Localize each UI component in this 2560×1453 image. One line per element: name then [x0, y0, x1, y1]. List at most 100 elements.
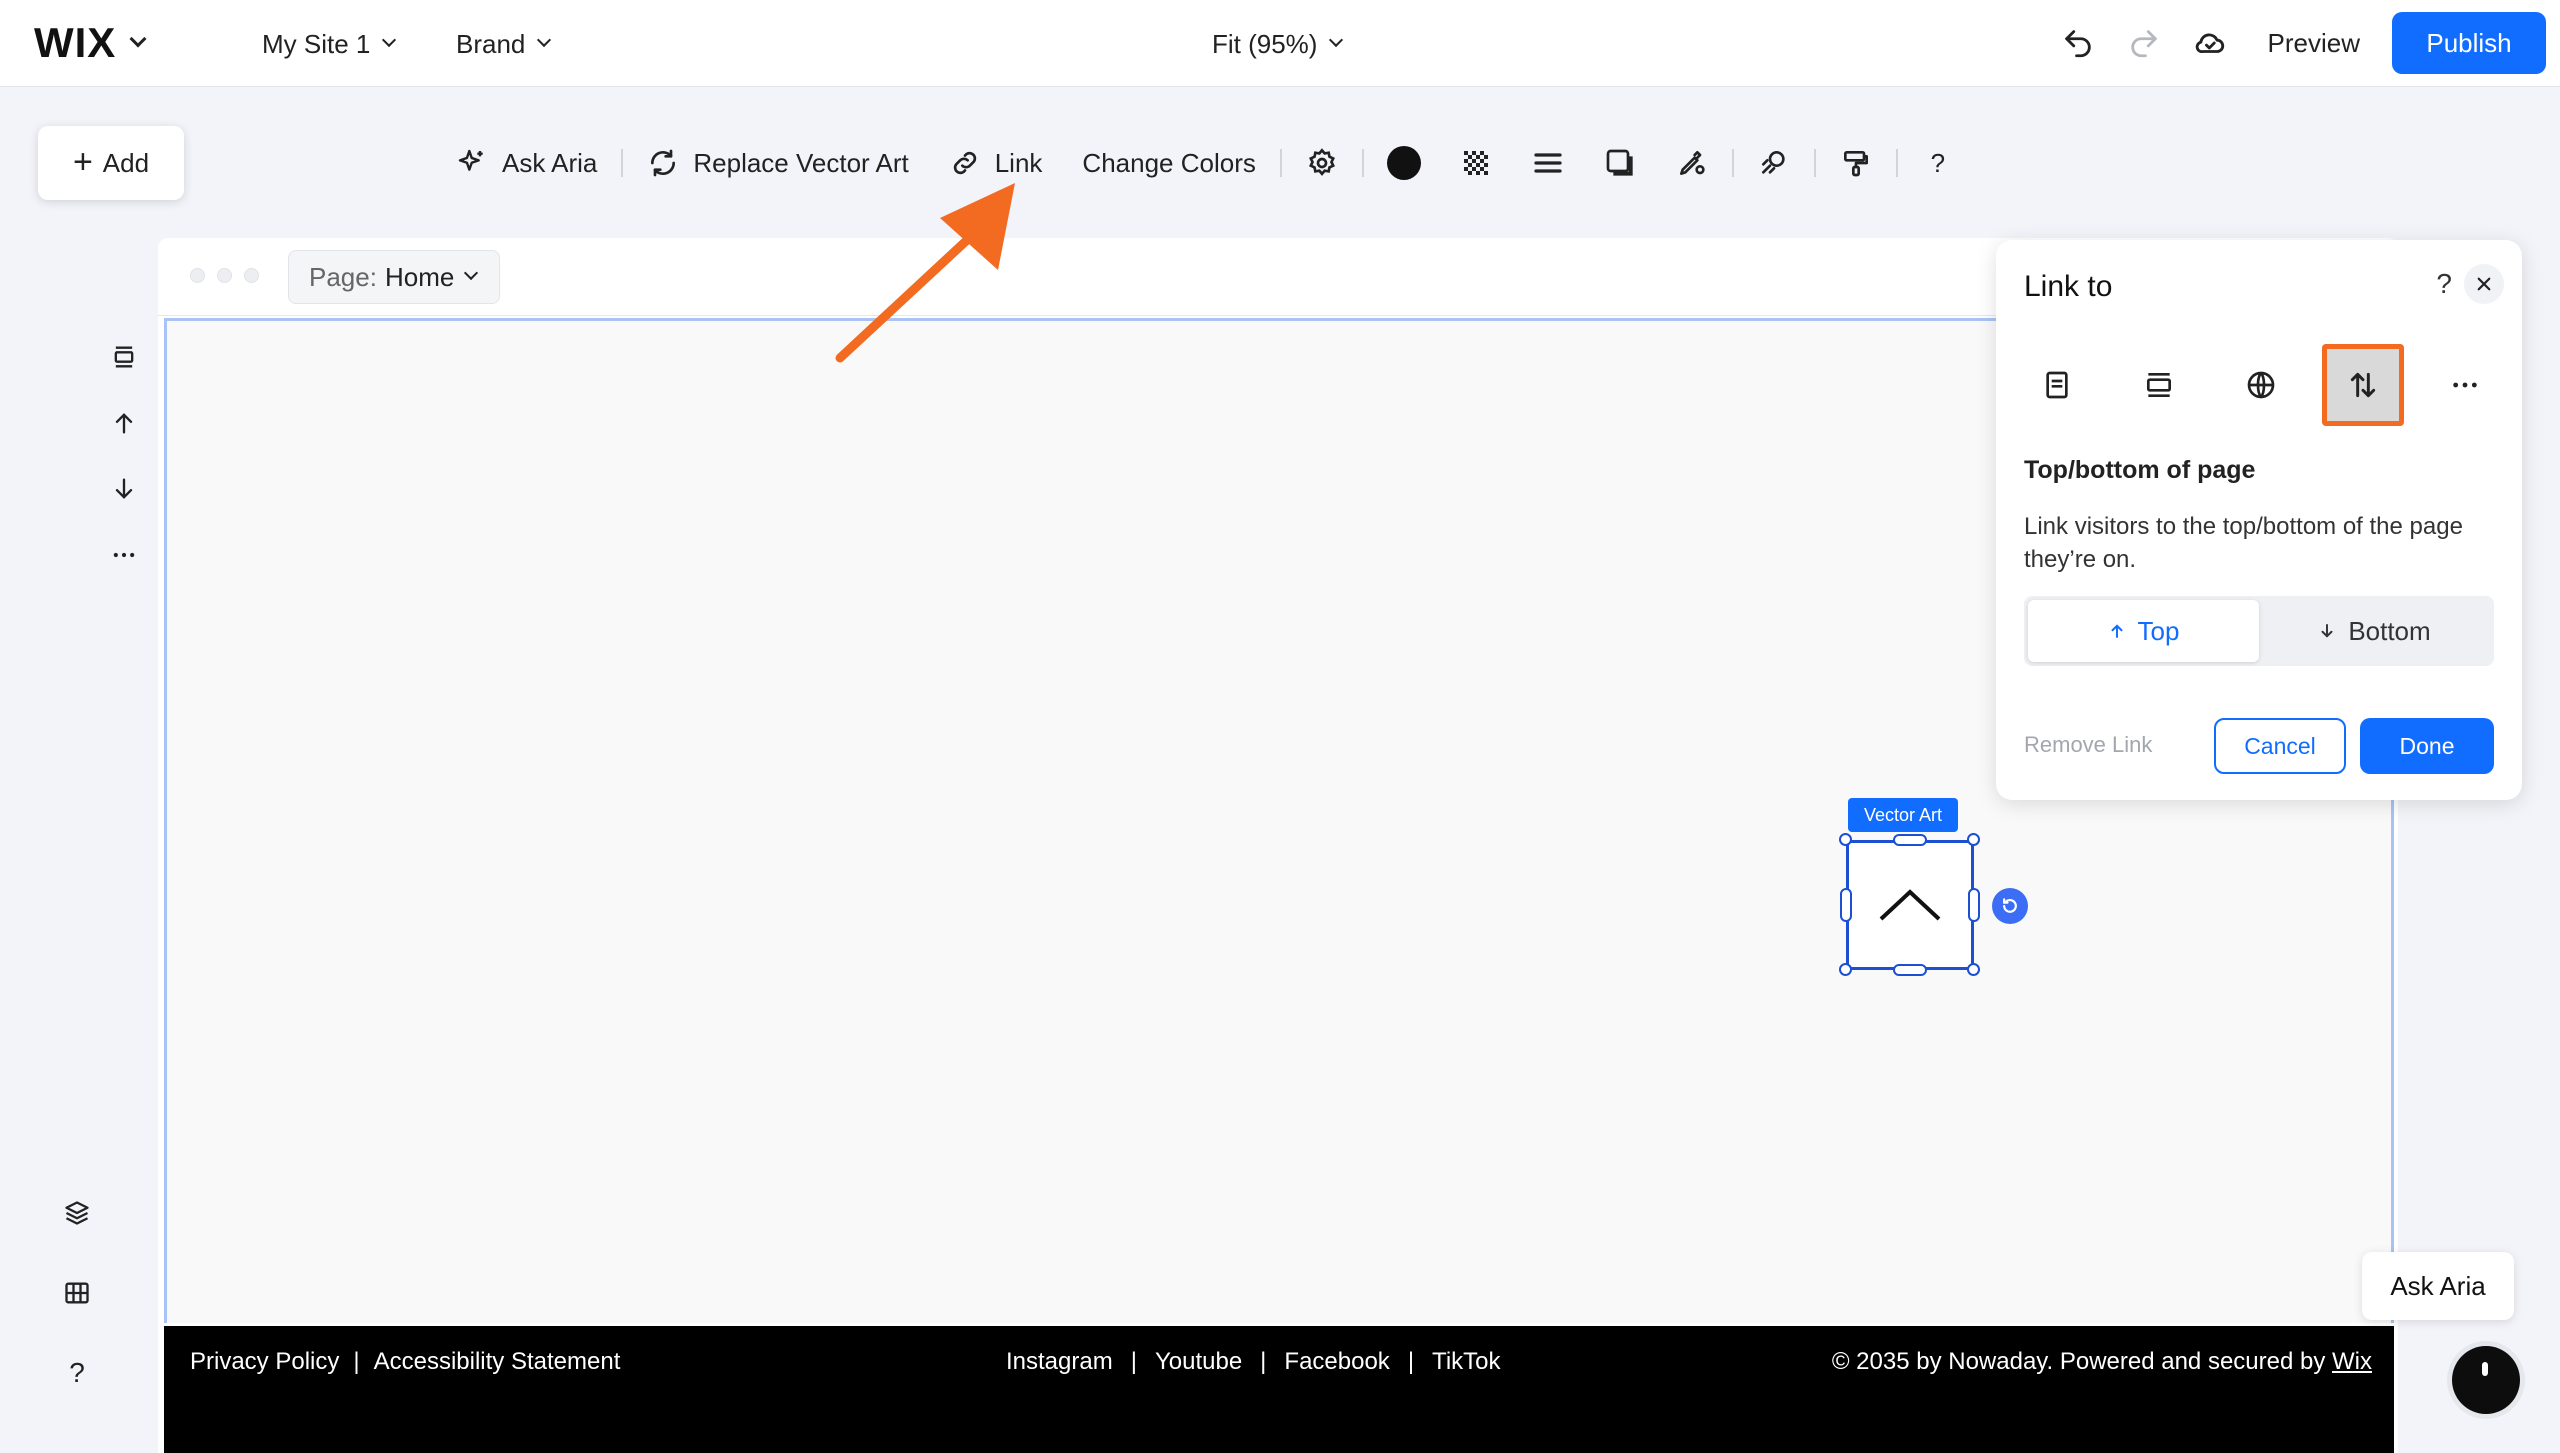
- section-icon[interactable]: [101, 334, 147, 380]
- more-options-icon[interactable]: [101, 532, 147, 578]
- arrow-up-icon: [2111, 624, 2123, 638]
- tiktok-link[interactable]: TikTok: [1432, 1348, 1500, 1376]
- aria-assistant-icon[interactable]: [2452, 1346, 2520, 1414]
- chevron-down-icon: [1329, 32, 1344, 48]
- footer-divider: |: [1407, 1348, 1415, 1375]
- wix-logo: WIX: [34, 19, 117, 66]
- move-up-arrow-icon[interactable]: [101, 400, 147, 446]
- border-lines-icon[interactable]: [1512, 132, 1584, 194]
- chevron-down-icon: [382, 32, 397, 48]
- resize-handle[interactable]: [1967, 833, 1980, 846]
- design-settings-icon[interactable]: [1656, 132, 1728, 194]
- tab-section[interactable]: [2118, 344, 2200, 426]
- zoom-label: Fit (95%): [1212, 28, 1318, 59]
- tab-page[interactable]: [2016, 344, 2098, 426]
- help-icon[interactable]: ?: [2436, 268, 2452, 300]
- site-name: My Site 1: [262, 28, 371, 59]
- wix-logo-menu[interactable]: WIX: [34, 19, 147, 66]
- link-to-panel: Link to ? Top/bottom of page Link visito…: [1996, 240, 2522, 800]
- resize-handle[interactable]: [1839, 833, 1852, 846]
- toolbar-divider: [1895, 149, 1898, 177]
- footer-legal-links: Privacy Policy | Accessibility Statement: [190, 1348, 620, 1376]
- top-option[interactable]: Top: [2028, 600, 2259, 662]
- link-label: Link: [994, 147, 1043, 178]
- panel-title: Link to: [2024, 270, 2113, 303]
- toolbar-divider: [1361, 149, 1364, 177]
- redo-icon[interactable]: [2116, 15, 2172, 71]
- vector-art-element[interactable]: [1846, 840, 1974, 970]
- remove-link-button[interactable]: Remove Link: [2024, 732, 2152, 758]
- chevron-down-icon: [129, 30, 147, 48]
- help-button[interactable]: ?: [1902, 132, 1974, 194]
- resize-handle[interactable]: [1968, 888, 1980, 922]
- rotate-icon[interactable]: [1992, 888, 2028, 924]
- grid-table-icon[interactable]: [54, 1270, 100, 1316]
- page-selector[interactable]: Page: Home: [288, 250, 500, 304]
- footer-social-links: Instagram | Youtube | Facebook | TikTok: [1006, 1348, 1501, 1376]
- facebook-link[interactable]: Facebook: [1284, 1348, 1389, 1376]
- done-button[interactable]: Done: [2360, 718, 2494, 774]
- resize-handle[interactable]: [1893, 964, 1927, 976]
- top-bar: WIX My Site 1 Brand Fit (95%) Preview Pu…: [0, 0, 2560, 87]
- cancel-button[interactable]: Cancel: [2214, 718, 2346, 774]
- resize-handle[interactable]: [1840, 888, 1852, 922]
- color-fill-button[interactable]: [1368, 132, 1440, 194]
- site-menu[interactable]: My Site 1: [262, 24, 397, 64]
- arrow-down-icon: [2321, 624, 2333, 638]
- brand-menu[interactable]: Brand: [456, 24, 552, 64]
- link-type-description: Link visitors to the top/bottom of the p…: [2024, 513, 2463, 573]
- opacity-pattern-icon[interactable]: [1440, 132, 1512, 194]
- accessibility-statement-link[interactable]: Accessibility Statement: [374, 1348, 621, 1376]
- privacy-policy-link[interactable]: Privacy Policy: [190, 1348, 339, 1376]
- undo-icon[interactable]: [2050, 15, 2106, 71]
- copy-design-icon[interactable]: [1820, 132, 1892, 194]
- element-toolbar: Ask Aria Replace Vector Art Link Change …: [436, 132, 1974, 194]
- resize-handle[interactable]: [1967, 963, 1980, 976]
- settings-gear-icon[interactable]: [1286, 132, 1358, 194]
- help-icon: ?: [1930, 147, 1946, 178]
- footer-divider: |: [1260, 1348, 1267, 1375]
- site-footer[interactable]: Privacy Policy | Accessibility Statement…: [164, 1326, 2394, 1453]
- change-colors-button[interactable]: Change Colors: [1062, 132, 1275, 194]
- wix-link[interactable]: Wix: [2332, 1348, 2372, 1375]
- footer-copyright: © 2035 by Nowaday. Powered and secured b…: [1832, 1348, 2372, 1376]
- color-swatch-icon: [1386, 146, 1421, 180]
- page-icon: [2046, 371, 2068, 399]
- link-icon: [953, 151, 976, 175]
- cloud-save-icon[interactable]: [2182, 15, 2238, 71]
- youtube-link[interactable]: Youtube: [1155, 1348, 1242, 1376]
- top-bottom-toggle: Top Bottom: [2024, 596, 2494, 666]
- tab-more[interactable]: [2424, 344, 2506, 426]
- ask-aria-tooltip[interactable]: Ask Aria: [2362, 1252, 2514, 1320]
- animation-icon[interactable]: [1738, 132, 1810, 194]
- instagram-link[interactable]: Instagram: [1006, 1348, 1113, 1376]
- resize-handle[interactable]: [1839, 963, 1852, 976]
- bottom-option-label: Bottom: [2348, 615, 2431, 646]
- toolbar-divider: [621, 149, 624, 177]
- tab-web-address[interactable]: [2220, 344, 2302, 426]
- preview-button[interactable]: Preview: [2248, 28, 2382, 59]
- replace-vector-art-label: Replace Vector Art: [693, 147, 909, 178]
- ask-aria-button[interactable]: Ask Aria: [436, 132, 617, 194]
- chevron-down-icon: [464, 265, 479, 281]
- bottom-option[interactable]: Bottom: [2259, 600, 2490, 662]
- publish-button[interactable]: Publish: [2392, 12, 2546, 74]
- close-icon[interactable]: [2464, 264, 2504, 304]
- add-button[interactable]: + Add: [38, 126, 184, 200]
- top-actions: Preview Publish: [2050, 12, 2546, 74]
- zoom-menu[interactable]: Fit (95%): [1212, 24, 1344, 64]
- layers-icon[interactable]: [54, 1190, 100, 1236]
- tab-top-bottom[interactable]: [2322, 344, 2404, 426]
- replace-icon: [651, 149, 676, 177]
- help-question-icon[interactable]: ?: [54, 1350, 100, 1396]
- toolbar-divider: [1731, 149, 1734, 177]
- window-dots: [190, 268, 259, 283]
- change-colors-label: Change Colors: [1082, 147, 1256, 178]
- link-type-tabs: [2016, 344, 2506, 426]
- top-option-label: Top: [2137, 615, 2180, 646]
- page-selector-label: Page:: [309, 261, 377, 292]
- resize-handle[interactable]: [1893, 834, 1927, 846]
- link-type-heading: Top/bottom of page: [2024, 456, 2256, 484]
- shadow-icon[interactable]: [1584, 132, 1656, 194]
- move-down-arrow-icon[interactable]: [101, 466, 147, 512]
